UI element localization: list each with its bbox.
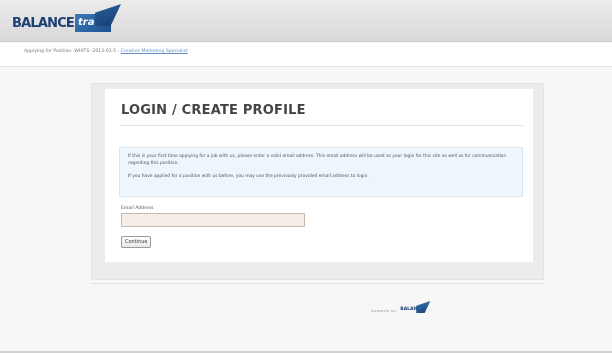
logo-badge: trak — [75, 4, 122, 32]
email-input[interactable] — [121, 213, 305, 227]
title-divider — [119, 125, 523, 126]
info-paragraph-returning: If you have applied for a position with … — [128, 173, 369, 179]
login-card: LOGIN / CREATE PROFILE If this is your f… — [104, 88, 534, 263]
balancetrak-logo[interactable]: BALANCE trak — [12, 4, 122, 36]
continue-button[interactable]: Continue — [121, 236, 152, 248]
info-box: If this is your first time applying for … — [119, 147, 523, 197]
page-title: LOGIN / CREATE PROFILE — [121, 103, 306, 118]
email-label: Email Address — [121, 206, 154, 211]
applying-for-position: Applying for Position: WHITS -2013-03-5 … — [24, 49, 188, 54]
logo-wing-icon — [95, 4, 122, 26]
powered-by: powered by BALANCE — [371, 300, 431, 320]
info-paragraph-first-time: If this is your first time applying for … — [128, 154, 507, 166]
position-breadcrumb-bar: Applying for Position: WHITS -2013-03-5 … — [0, 43, 612, 67]
footer-logo-wing-icon — [416, 301, 431, 313]
position-link[interactable]: Creative Marketing Specialist — [121, 49, 188, 54]
footer-logo[interactable]: BALANCE — [400, 301, 431, 317]
footer-divider — [91, 283, 544, 284]
powered-by-text: powered by — [371, 307, 397, 313]
logo-text: BALANCE — [12, 15, 75, 31]
applying-prefix: Applying for Position: WHITS -2013-03-5 … — [24, 49, 120, 54]
app-header: BALANCE trak — [0, 0, 612, 42]
